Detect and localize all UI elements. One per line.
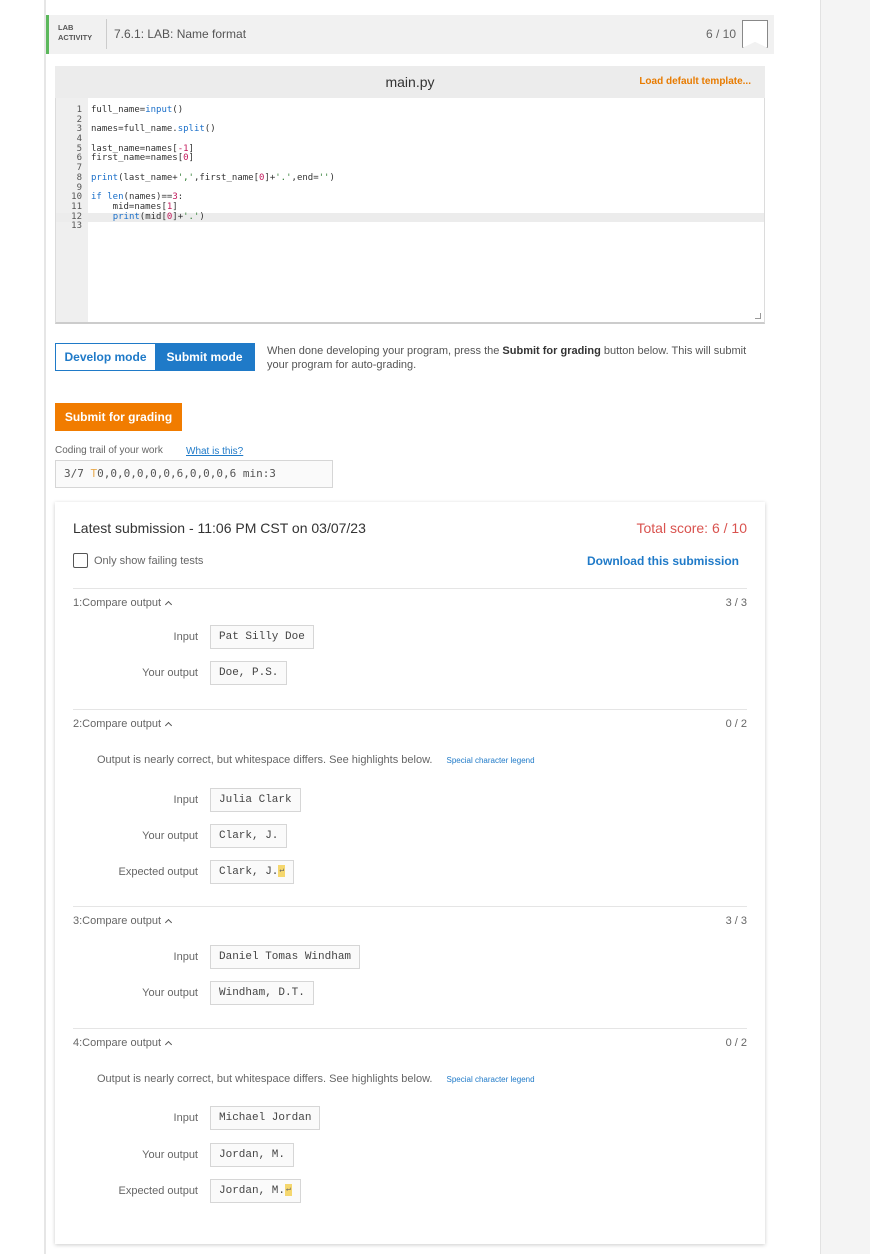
coding-trail: 3/7 T0,0,0,0,0,0,6,0,0,0,6 min:3 xyxy=(55,460,333,488)
whitespace-note: Output is nearly correct, but whitespace… xyxy=(97,1073,535,1085)
header-divider xyxy=(106,19,107,49)
code-text[interactable]: names=full_name.split() xyxy=(91,125,216,135)
coding-trail-label: Coding trail of your work xyxy=(55,445,163,456)
input-label: Input xyxy=(173,794,198,806)
code-line[interactable]: 1 full_name=input() xyxy=(56,105,764,116)
only-failing-label: Only show failing tests xyxy=(94,555,204,567)
chevron-up-icon xyxy=(165,918,173,927)
test-case-2: 2:Compare output 0 / 2 Output is nearly … xyxy=(73,709,747,904)
left-margin-bar xyxy=(44,0,46,1254)
code-line[interactable]: 6 first_name=names[0] xyxy=(56,154,764,164)
test-case-4: 4:Compare output 0 / 2 Output is nearly … xyxy=(73,1028,747,1228)
code-text[interactable]: first_name=names[0] xyxy=(91,154,194,164)
newline-marker-icon: ↵ xyxy=(285,1184,292,1197)
test-case-3: 3:Compare output 3 / 3 Input Daniel Toma… xyxy=(73,906,747,1026)
submit-for-grading-button[interactable]: Submit for grading xyxy=(55,403,182,431)
what-is-this-link[interactable]: What is this? xyxy=(186,446,243,457)
editor-header: main.py Load default template... xyxy=(55,66,765,98)
special-character-legend-link[interactable]: Special character legend xyxy=(446,1075,534,1084)
lab-header: LAB ACTIVITY 7.6.1: LAB: Name format 6 /… xyxy=(46,15,774,54)
test-title[interactable]: 4:Compare output xyxy=(73,1037,173,1049)
expected-output-box: Jordan, M.↵ xyxy=(210,1179,301,1203)
input-label: Input xyxy=(173,951,198,963)
mode-description: When done developing your program, press… xyxy=(267,345,747,371)
your-output-box: Clark, J. xyxy=(210,824,288,848)
code-line[interactable]: 13 xyxy=(56,222,764,232)
download-submission-link[interactable]: Download this submission xyxy=(587,554,739,568)
load-default-template-link[interactable]: Load default template... xyxy=(639,76,751,87)
total-score: Total score: 6 / 10 xyxy=(636,520,747,536)
develop-mode-button[interactable]: Develop mode xyxy=(56,344,155,370)
test-score: 0 / 2 xyxy=(725,1037,747,1049)
test-case-1: 1:Compare output 3 / 3 Input Pat Silly D… xyxy=(73,588,747,708)
mode-toggle: Develop mode Submit mode xyxy=(55,343,255,371)
your-output-label: Your output xyxy=(142,1149,198,1161)
submit-mode-button[interactable]: Submit mode xyxy=(155,344,254,370)
your-output-box: Jordan, M. xyxy=(210,1143,295,1167)
right-sidebar xyxy=(820,0,870,1254)
whitespace-note: Output is nearly correct, but whitespace… xyxy=(97,754,535,766)
test-score: 3 / 3 xyxy=(725,915,747,927)
code-text[interactable]: print(mid[0]+'.') xyxy=(91,212,205,223)
only-failing-checkbox[interactable] xyxy=(73,553,88,568)
input-box: Julia Clark xyxy=(210,788,301,812)
test-score: 0 / 2 xyxy=(725,718,747,730)
code-text[interactable]: print(last_name+',',first_name[0]+'.',en… xyxy=(91,173,335,184)
code-editor[interactable]: 1 full_name=input() 2 3 names=full_name.spli… xyxy=(55,98,765,324)
expected-output-box: Clark, J.↵ xyxy=(210,860,295,884)
chevron-up-icon xyxy=(165,600,173,609)
chevron-up-icon xyxy=(165,721,173,730)
lab-title: 7.6.1: LAB: Name format xyxy=(114,27,247,41)
line-number: 13 xyxy=(71,221,82,232)
input-box: Michael Jordan xyxy=(210,1106,321,1130)
editor-resize-handle[interactable] xyxy=(755,313,761,319)
special-character-legend-link[interactable]: Special character legend xyxy=(446,756,534,765)
completion-badge-icon xyxy=(742,20,768,48)
code-line[interactable]: 12 print(mid[0]+'.') xyxy=(56,212,764,223)
chevron-up-icon xyxy=(165,1040,173,1049)
latest-submission: Latest submission - 11:06 PM CST on 03/0… xyxy=(73,520,366,536)
code-lines[interactable]: 1 full_name=input() 2 3 names=full_name.spli… xyxy=(56,105,764,232)
code-line[interactable]: 8 print(last_name+',',first_name[0]+'.',e… xyxy=(56,173,764,184)
test-title[interactable]: 2:Compare output xyxy=(73,718,173,730)
test-title[interactable]: 1:Compare output xyxy=(73,597,173,609)
code-line[interactable]: 3 names=full_name.split() xyxy=(56,125,764,135)
expected-output-label: Expected output xyxy=(118,866,198,878)
test-title[interactable]: 3:Compare output xyxy=(73,915,173,927)
lab-activity-tag: LAB ACTIVITY xyxy=(58,23,93,42)
lab-score: 6 / 10 xyxy=(705,27,736,41)
input-label: Input xyxy=(173,1112,198,1124)
your-output-label: Your output xyxy=(142,667,198,679)
your-output-box: Windham, D.T. xyxy=(210,981,314,1005)
newline-marker-icon: ↵ xyxy=(278,865,286,878)
input-box: Pat Silly Doe xyxy=(210,625,314,649)
submission-results: Latest submission - 11:06 PM CST on 03/0… xyxy=(55,502,765,1244)
code-text[interactable]: full_name=input() xyxy=(91,105,183,116)
input-label: Input xyxy=(173,631,198,643)
your-output-label: Your output xyxy=(142,830,198,842)
expected-output-label: Expected output xyxy=(118,1185,198,1197)
your-output-box: Doe, P.S. xyxy=(210,661,288,685)
test-score: 3 / 3 xyxy=(725,597,747,609)
input-box: Daniel Tomas Windham xyxy=(210,945,361,969)
your-output-label: Your output xyxy=(142,987,198,999)
